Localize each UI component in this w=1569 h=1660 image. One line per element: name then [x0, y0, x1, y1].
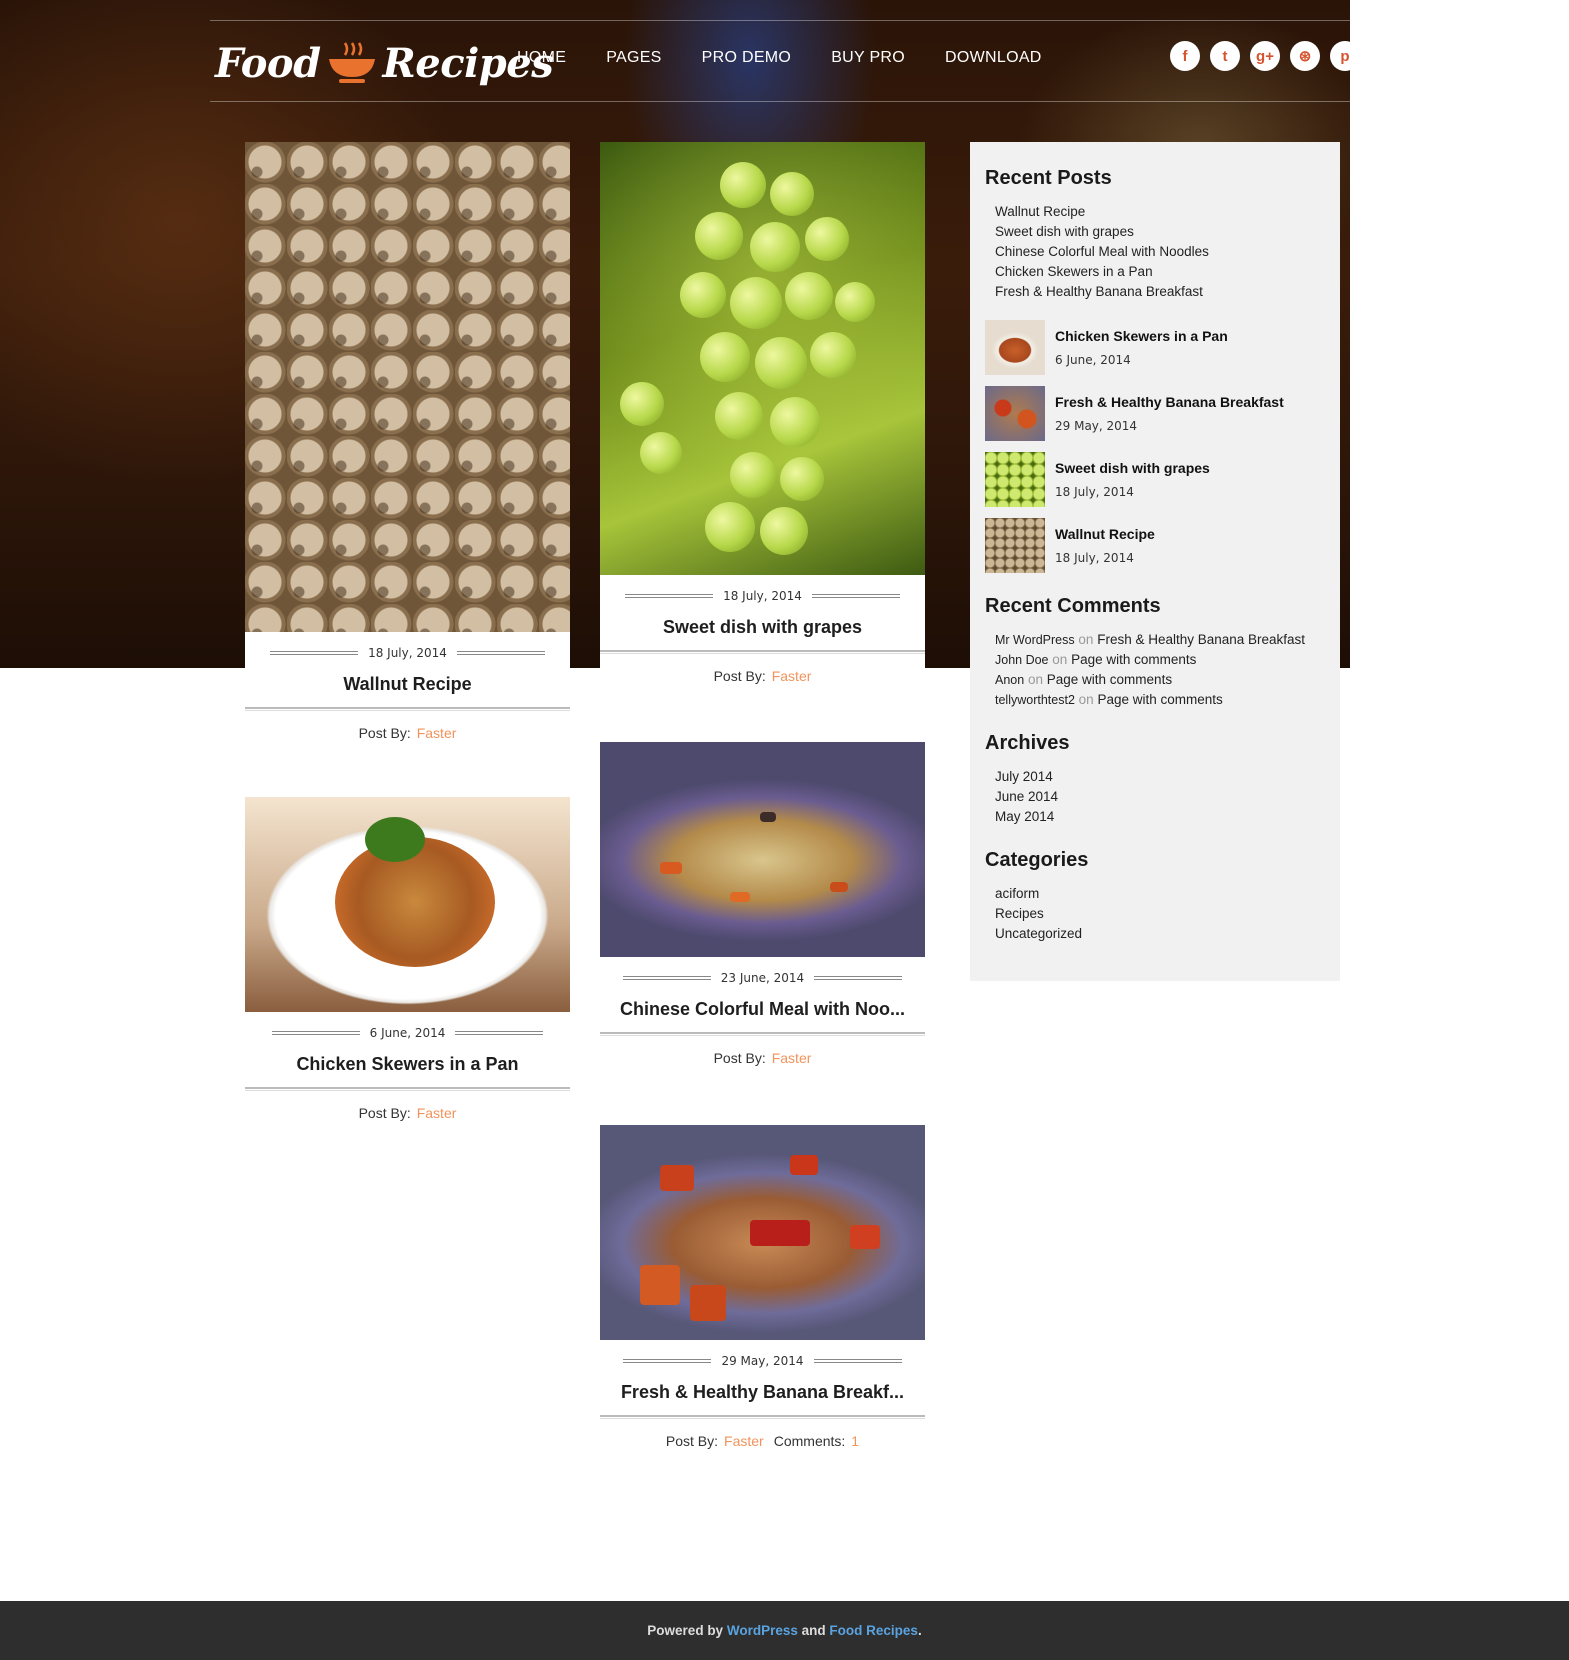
nav-pro-demo[interactable]: PRO DEMO	[702, 49, 792, 67]
wordpress-link[interactable]: WordPress	[727, 1623, 798, 1638]
recent-post-link[interactable]: Fresh & Healthy Banana Breakfast	[995, 282, 1325, 302]
author-link[interactable]: Faster	[417, 725, 457, 741]
comment-author: Mr WordPress	[995, 633, 1075, 647]
post-title[interactable]: Wallnut Recipe	[245, 674, 570, 707]
comment-author[interactable]: tellyworthtest2	[995, 693, 1075, 707]
recent-posts-list: Wallnut Recipe Sweet dish with grapes Ch…	[985, 202, 1325, 302]
post-byline: Post By: Faster Comments: 1	[665, 1433, 860, 1449]
recent-post-link[interactable]: Sweet dish with grapes	[995, 222, 1325, 242]
site-footer: Powered by WordPress and Food Recipes.	[0, 1601, 1569, 1660]
thumbnail-post-title[interactable]: Fresh & Healthy Banana Breakfast	[1055, 394, 1284, 410]
comment-author: Anon	[995, 673, 1025, 687]
pinterest-icon[interactable]: p	[1330, 41, 1360, 71]
thumbnail-post-title[interactable]: Chicken Skewers in a Pan	[1055, 328, 1228, 344]
nav-home[interactable]: HOME	[517, 49, 566, 67]
comment-post-link[interactable]: Fresh & Healthy Banana Breakfast	[1097, 632, 1305, 647]
archives-heading: Archives	[985, 732, 1070, 754]
social-links: f t g+ ⊛ p	[1170, 41, 1360, 71]
post-card: 6 June, 2014 Chicken Skewers in a Pan Po…	[245, 797, 570, 1121]
post-image-chicken[interactable]	[245, 797, 570, 1012]
post-thumbnail[interactable]	[985, 518, 1045, 573]
thumbnail-post[interactable]: Fresh & Healthy Banana Breakfast 29 May,…	[985, 386, 1325, 441]
thumbnail-post-date: 18 July, 2014	[1055, 485, 1134, 499]
post-image-chinese-meal[interactable]	[600, 742, 925, 957]
bowl-icon	[325, 41, 379, 85]
twitter-icon[interactable]: t	[1210, 41, 1240, 71]
google-plus-icon[interactable]: g+	[1250, 41, 1280, 71]
recent-post-link[interactable]: Chinese Colorful Meal with Noodles	[995, 242, 1325, 262]
author-link[interactable]: Faster	[724, 1433, 764, 1449]
recent-comments-heading: Recent Comments	[985, 595, 1161, 617]
recent-posts-heading: Recent Posts	[985, 167, 1112, 189]
comment-item: John Doe on Page with comments	[995, 652, 1197, 667]
post-date: 18 July, 2014	[368, 646, 447, 660]
main-nav: HOME PAGES PRO DEMO BUY PRO DOWNLOAD	[517, 49, 1042, 67]
categories-heading: Categories	[985, 849, 1089, 871]
thumbnail-post[interactable]: Chicken Skewers in a Pan 6 June, 2014	[985, 320, 1325, 375]
post-date: 23 June, 2014	[720, 971, 805, 985]
post-byline: Post By: Faster	[713, 1050, 812, 1066]
nav-pages[interactable]: PAGES	[606, 49, 661, 67]
nav-buy-pro[interactable]: BUY PRO	[831, 49, 905, 67]
post-thumbnail[interactable]	[985, 452, 1045, 507]
post-title[interactable]: Fresh & Healthy Banana Breakf...	[600, 1382, 925, 1415]
category-link[interactable]: Recipes	[995, 904, 1325, 924]
recent-post-link[interactable]: Chicken Skewers in a Pan	[995, 262, 1325, 282]
post-date: 6 June, 2014	[369, 1026, 446, 1040]
sidebar: Recent Posts Wallnut Recipe Sweet dish w…	[970, 142, 1340, 981]
thumbnail-post-list: Chicken Skewers in a Pan 6 June, 2014 Fr…	[985, 320, 1325, 573]
archives-list: July 2014 June 2014 May 2014	[985, 767, 1325, 827]
archive-link[interactable]: June 2014	[995, 787, 1325, 807]
post-card: 23 June, 2014 Chinese Colorful Meal with…	[600, 742, 925, 1066]
thumbnail-post-date: 18 July, 2014	[1055, 551, 1134, 565]
post-image-banana-breakfast[interactable]	[600, 1125, 925, 1340]
archive-link[interactable]: July 2014	[995, 767, 1325, 787]
author-link[interactable]: Faster	[417, 1105, 457, 1121]
post-card: 29 May, 2014 Fresh & Healthy Banana Brea…	[600, 1125, 925, 1449]
post-byline: Post By: Faster	[358, 725, 457, 741]
comments-count-link[interactable]: 1	[851, 1433, 859, 1449]
facebook-icon[interactable]: f	[1170, 41, 1200, 71]
post-byline: Post By: Faster	[358, 1105, 457, 1121]
author-link[interactable]: Faster	[772, 1050, 812, 1066]
dribbble-icon[interactable]: ⊛	[1290, 41, 1320, 71]
post-card: 18 July, 2014 Sweet dish with grapes Pos…	[600, 142, 925, 684]
post-thumbnail[interactable]	[985, 320, 1045, 375]
post-date: 18 July, 2014	[723, 589, 802, 603]
author-link[interactable]: Faster	[772, 668, 812, 684]
post-card: 18 July, 2014 Wallnut Recipe Post By: Fas…	[245, 142, 570, 741]
post-title[interactable]: Chicken Skewers in a Pan	[245, 1054, 570, 1087]
recent-post-link[interactable]: Wallnut Recipe	[995, 202, 1325, 222]
comment-item: Mr WordPress on Fresh & Healthy Banana B…	[995, 632, 1306, 647]
post-byline: Post By: Faster	[713, 668, 812, 684]
category-link[interactable]: aciform	[995, 884, 1325, 904]
site-header: Food Recipes HOME PAGES PRO DEMO BUY PRO…	[210, 20, 1360, 102]
category-link[interactable]: Uncategorized	[995, 924, 1325, 944]
theme-link[interactable]: Food Recipes	[829, 1623, 918, 1638]
thumbnail-post-date: 29 May, 2014	[1055, 419, 1138, 433]
post-thumbnail[interactable]	[985, 386, 1045, 441]
nav-download[interactable]: DOWNLOAD	[945, 49, 1042, 67]
thumbnail-post-title[interactable]: Sweet dish with grapes	[1055, 460, 1210, 476]
comment-item: Anon on Page with comments	[995, 672, 1173, 687]
archive-link[interactable]: May 2014	[995, 807, 1325, 827]
logo-text-food: Food	[215, 39, 321, 87]
site-logo[interactable]: Food Recipes	[215, 33, 554, 93]
post-image-grapes[interactable]	[600, 142, 925, 575]
post-image-walnut[interactable]	[245, 142, 570, 632]
post-title[interactable]: Sweet dish with grapes	[600, 617, 925, 650]
comment-post-link[interactable]: Page with comments	[1071, 652, 1196, 667]
comment-author: John Doe	[995, 653, 1049, 667]
thumbnail-post-title[interactable]: Wallnut Recipe	[1055, 526, 1155, 542]
post-date: 29 May, 2014	[721, 1354, 804, 1368]
comment-post-link[interactable]: Page with comments	[1047, 672, 1172, 687]
thumbnail-post-date: 6 June, 2014	[1055, 353, 1131, 367]
post-title[interactable]: Chinese Colorful Meal with Noo...	[600, 999, 925, 1032]
comment-item: tellyworthtest2 on Page with comments	[995, 692, 1223, 707]
thumbnail-post[interactable]: Wallnut Recipe 18 July, 2014	[985, 518, 1325, 573]
recent-comments-list: Mr WordPress on Fresh & Healthy Banana B…	[985, 630, 1325, 710]
thumbnail-post[interactable]: Sweet dish with grapes 18 July, 2014	[985, 452, 1325, 507]
categories-list: aciform Recipes Uncategorized	[985, 884, 1325, 944]
comment-post-link[interactable]: Page with comments	[1097, 692, 1222, 707]
